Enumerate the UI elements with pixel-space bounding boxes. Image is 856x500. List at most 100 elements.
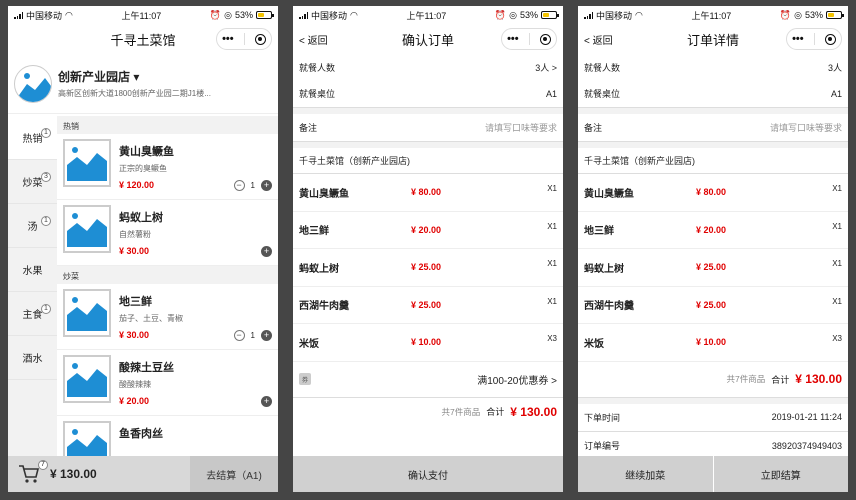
order-item-qty: X1 — [832, 221, 842, 231]
remark-input[interactable]: 请填写口味等要求 — [770, 121, 842, 134]
diners-row[interactable]: 就餐人数 3人 > — [293, 54, 563, 80]
food-image — [63, 289, 111, 337]
quantity-stepper: + — [261, 396, 272, 407]
order-item-price: ¥ 25.00 — [411, 299, 442, 310]
plus-icon[interactable]: + — [261, 396, 272, 407]
food-image — [63, 139, 111, 187]
food-item[interactable]: 酸辣土豆丝 酸酸辣辣 ¥ 20.00 + — [57, 350, 278, 416]
category-item[interactable]: 汤1 — [8, 204, 57, 248]
back-button[interactable]: < 返回 — [584, 32, 613, 47]
diners-label: 就餐人数 — [299, 62, 336, 73]
order-item-price: ¥ 10.00 — [696, 337, 727, 348]
carrier: 中国移动 — [596, 10, 633, 21]
category-label: 热销 — [22, 134, 43, 145]
total-amount: ¥ 130.00 — [510, 404, 557, 419]
order-time-label: 下单时间 — [584, 412, 621, 423]
coupon-selector[interactable]: 满100-20优惠券 > — [477, 372, 557, 387]
plus-icon[interactable]: + — [261, 246, 272, 257]
item-count: 共7件商品 — [441, 406, 481, 417]
food-desc: 正宗的臭鳜鱼 — [119, 164, 167, 173]
plus-icon[interactable]: + — [261, 330, 272, 341]
order-item-price: ¥ 80.00 — [411, 187, 442, 198]
order-item-price: ¥ 25.00 — [696, 299, 727, 310]
carrier: 中国移动 — [311, 10, 348, 21]
order-item-price: ¥ 25.00 — [411, 262, 442, 273]
order-item: 米饭 ¥ 10.00 X3 — [293, 324, 563, 362]
store-address: 高新区创新大道1800创新产业园二期J1楼... — [58, 89, 211, 98]
order-item: 蚂蚁上树 ¥ 25.00 X1 — [578, 249, 848, 287]
settle-now-button[interactable]: 立即结算 — [712, 456, 848, 492]
coupon-row[interactable]: 券 满100-20优惠券 > — [293, 362, 563, 398]
signal-icon — [584, 11, 593, 19]
food-item[interactable]: 地三鲜 茄子、土豆、青椒 ¥ 30.00 −1 + — [57, 284, 278, 350]
cart-summary[interactable]: 7 ¥ 130.00 — [8, 456, 190, 492]
order-item-name: 米饭 — [584, 338, 604, 350]
order-total: 共7件商品 合计 ¥ 130.00 — [578, 362, 848, 398]
diners-row: 就餐人数 3人 — [578, 54, 848, 80]
continue-order-button[interactable]: 继续加菜 — [578, 456, 713, 492]
confirm-pay-button[interactable]: 确认支付 — [293, 456, 563, 492]
more-button[interactable]: ••• — [222, 33, 234, 45]
close-capsule-icon[interactable] — [824, 33, 836, 45]
order-item-name: 地三鲜 — [584, 226, 614, 238]
category-item[interactable]: 主食 1 — [8, 292, 57, 336]
signal-icon — [14, 11, 23, 19]
category-item[interactable]: 炒菜 3 — [8, 160, 57, 204]
more-button[interactable]: ••• — [507, 33, 519, 45]
total-amount: ¥ 130.00 — [795, 372, 842, 386]
plus-icon[interactable]: + — [261, 180, 272, 191]
close-capsule-icon[interactable] — [254, 33, 266, 45]
checkout-button[interactable]: 去结算（A1) — [190, 456, 278, 492]
cart-icon[interactable] — [18, 464, 40, 484]
remark-row[interactable]: 备注 请填写口味等要求 — [293, 114, 563, 142]
store-row: 千寻土菜馆（创新产业园店) — [293, 148, 563, 174]
diners-value[interactable]: 3人 > — [535, 61, 557, 74]
order-item-price: ¥ 20.00 — [411, 224, 442, 235]
order-item-price: ¥ 10.00 — [411, 337, 442, 348]
store-header[interactable]: 创新产业园店 ▾ 高新区创新大道1800创新产业园二期J1楼... — [8, 54, 278, 114]
food-item[interactable]: 鱼香肉丝 — [57, 416, 278, 456]
close-capsule-icon[interactable] — [539, 33, 551, 45]
cart-amount: ¥ 130.00 — [50, 467, 97, 481]
order-item: 黄山臭鳜鱼 ¥ 80.00 X1 — [293, 174, 563, 212]
order-item-qty: X3 — [832, 334, 842, 343]
food-item[interactable]: 蚂蚁上树 自然薯粉 ¥ 30.00 + — [57, 200, 278, 266]
order-item-qty: X1 — [547, 296, 557, 306]
order-no-value: 38920374949403 — [771, 440, 842, 451]
order-item-name: 地三鲜 — [299, 226, 329, 238]
caret-down-icon[interactable]: ▾ — [133, 70, 139, 84]
category-badge: 1 — [41, 304, 51, 314]
food-item[interactable]: 黄山臭鳜鱼 正宗的臭鳜鱼 ¥ 120.00 −1 + — [57, 134, 278, 200]
order-item-qty: X1 — [547, 221, 557, 231]
food-image — [63, 421, 111, 456]
signal-icon — [299, 11, 308, 19]
minus-icon[interactable]: − — [233, 180, 245, 191]
wifi-icon: ◠ — [350, 9, 358, 20]
mini-program-capsule: ••• — [216, 28, 272, 50]
section-title: 炒菜 — [57, 266, 278, 284]
food-image — [63, 205, 111, 253]
total-label: 合计 — [771, 374, 790, 385]
order-item-qty: X1 — [832, 184, 842, 193]
battery-text: 53% — [804, 10, 823, 20]
remark-input[interactable]: 请填写口味等要求 — [485, 121, 557, 134]
quantity-stepper: + — [261, 246, 272, 257]
item-count: 共7件商品 — [726, 374, 766, 384]
order-store-name: 千寻土菜馆（创新产业园店) — [584, 156, 695, 166]
category-label: 酒水 — [22, 354, 43, 365]
food-name: 地三鲜 — [119, 296, 152, 308]
food-price: ¥ 120.00 — [119, 180, 155, 190]
cart-badge: 7 — [38, 460, 48, 470]
back-button[interactable]: < 返回 — [299, 32, 328, 47]
remark-row[interactable]: 备注 请填写口味等要求 — [578, 114, 848, 142]
food-image — [63, 355, 111, 403]
food-desc: 酸酸辣辣 — [119, 380, 151, 389]
more-button[interactable]: ••• — [792, 33, 804, 45]
category-item[interactable]: 热销 1 — [8, 116, 57, 160]
order-item-name: 米饭 — [299, 338, 319, 350]
minus-icon[interactable]: − — [233, 330, 245, 341]
store-row: 千寻土菜馆（创新产业园店) — [578, 148, 848, 174]
mini-program-capsule: ••• — [501, 28, 557, 50]
category-item[interactable]: 酒水 — [8, 336, 57, 380]
category-item[interactable]: 水果 — [8, 248, 57, 292]
